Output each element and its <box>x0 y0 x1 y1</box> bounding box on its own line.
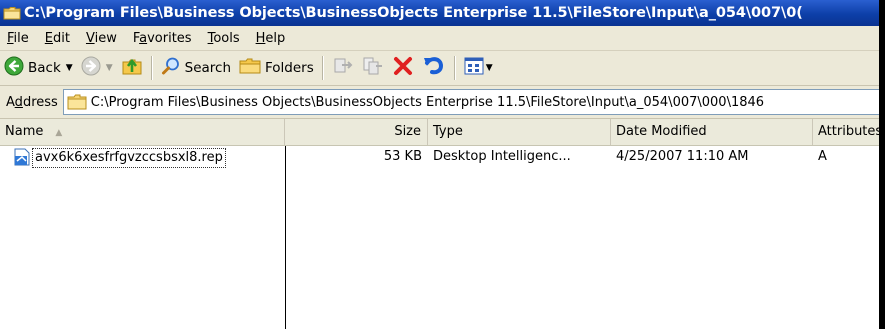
menu-favorites-accel: a <box>139 30 148 46</box>
forward-arrow-icon <box>81 56 101 80</box>
toolbar-separator <box>453 56 456 80</box>
folders-label: Folders <box>265 60 314 76</box>
menu-bar: File Edit View Favorites Tools Help <box>0 26 885 51</box>
menu-file[interactable]: File <box>0 31 38 46</box>
content-divider <box>285 146 286 329</box>
folder-icon <box>3 6 21 20</box>
folder-icon <box>67 94 87 110</box>
folders-button[interactable]: Folders <box>235 54 318 82</box>
views-button[interactable]: ▼ <box>460 54 497 82</box>
address-label-a: A <box>6 94 15 110</box>
column-header-type[interactable]: Type <box>428 119 611 145</box>
menu-tools[interactable]: Tools <box>201 31 249 46</box>
back-button[interactable]: Back ▼ <box>0 54 77 82</box>
file-name[interactable]: avx6k6xesfrfgvzccsbsxl8.rep <box>32 148 226 168</box>
menu-favorites-label: vorites <box>147 30 192 46</box>
list-item[interactable]: avx6k6xesfrfgvzccsbsxl8.rep 53 KB Deskto… <box>0 146 885 168</box>
column-header-attributes-label: Attributes <box>818 124 883 139</box>
explorer-window: C:\Program Files\Business Objects\Busine… <box>0 0 885 329</box>
menu-help-accel: H <box>255 30 266 46</box>
menu-view-label: iew <box>94 30 117 46</box>
move-to-icon <box>332 56 354 80</box>
column-header-type-label: Type <box>433 124 463 139</box>
column-header-name[interactable]: Name ▲ <box>0 119 285 145</box>
menu-edit[interactable]: Edit <box>38 31 79 46</box>
address-path: C:\Program Files\Business Objects\Busine… <box>90 94 765 110</box>
file-list[interactable]: Name ▲ Size Type Date Modified Attributes <box>0 119 885 329</box>
column-header-name-label: Name <box>5 124 44 139</box>
delete-icon <box>392 55 414 81</box>
sort-ascending-icon: ▲ <box>55 128 63 138</box>
up-button[interactable] <box>117 54 147 82</box>
standard-toolbar: Back ▼ ▼ Search Folders ▼ <box>0 51 885 86</box>
move-to-button[interactable] <box>328 54 358 82</box>
menu-edit-accel: E <box>44 30 53 46</box>
column-header-date-label: Date Modified <box>616 124 707 139</box>
back-label: Back <box>28 60 61 76</box>
address-label: Address <box>6 95 58 110</box>
toolbar-separator <box>321 56 324 80</box>
column-header-size[interactable]: Size <box>285 119 428 145</box>
folders-icon <box>239 56 261 80</box>
file-attributes: A <box>818 149 827 164</box>
menu-favorites[interactable]: Favorites <box>126 31 201 46</box>
file-size: 53 KB <box>383 149 422 164</box>
search-icon <box>161 56 181 80</box>
views-dropdown-icon[interactable]: ▼ <box>486 63 493 73</box>
back-arrow-icon <box>4 56 24 80</box>
menu-help-label: elp <box>265 30 286 46</box>
title-bar[interactable]: C:\Program Files\Business Objects\Busine… <box>0 0 885 26</box>
copy-to-button[interactable] <box>358 54 388 82</box>
window-edge <box>879 0 885 329</box>
menu-help[interactable]: Help <box>249 31 295 46</box>
file-date-modified: 4/25/2007 11:10 AM <box>616 149 749 164</box>
back-dropdown-icon[interactable]: ▼ <box>66 63 73 73</box>
views-icon <box>464 57 484 79</box>
forward-button[interactable]: ▼ <box>77 54 117 82</box>
window-title: C:\Program Files\Business Objects\Busine… <box>24 5 803 21</box>
menu-view-accel: V <box>85 30 95 46</box>
file-type: Desktop Intelligenc... <box>433 149 571 164</box>
column-header-attributes[interactable]: Attributes <box>813 119 885 145</box>
undo-button[interactable] <box>418 54 450 82</box>
undo-icon <box>422 55 446 81</box>
rep-file-icon <box>12 148 32 166</box>
menu-edit-label: dit <box>53 30 70 46</box>
address-label-accel: d <box>14 94 23 110</box>
column-header-row: Name ▲ Size Type Date Modified Attributes <box>0 119 885 146</box>
menu-view[interactable]: View <box>79 31 126 46</box>
menu-tools-label: ools <box>213 30 240 46</box>
search-button[interactable]: Search <box>157 54 235 82</box>
address-bar: Address C:\Program Files\Business Object… <box>0 86 885 119</box>
column-header-date[interactable]: Date Modified <box>611 119 813 145</box>
up-folder-icon <box>121 55 143 81</box>
address-label-rest: dress <box>22 94 58 110</box>
delete-button[interactable] <box>388 54 418 82</box>
toolbar-separator <box>150 56 153 80</box>
column-header-size-label: Size <box>394 124 421 139</box>
search-label: Search <box>184 60 232 76</box>
address-field[interactable]: C:\Program Files\Business Objects\Busine… <box>62 89 885 115</box>
copy-to-icon <box>362 56 384 80</box>
menu-file-label: ile <box>13 30 29 46</box>
forward-dropdown-icon[interactable]: ▼ <box>106 63 113 73</box>
